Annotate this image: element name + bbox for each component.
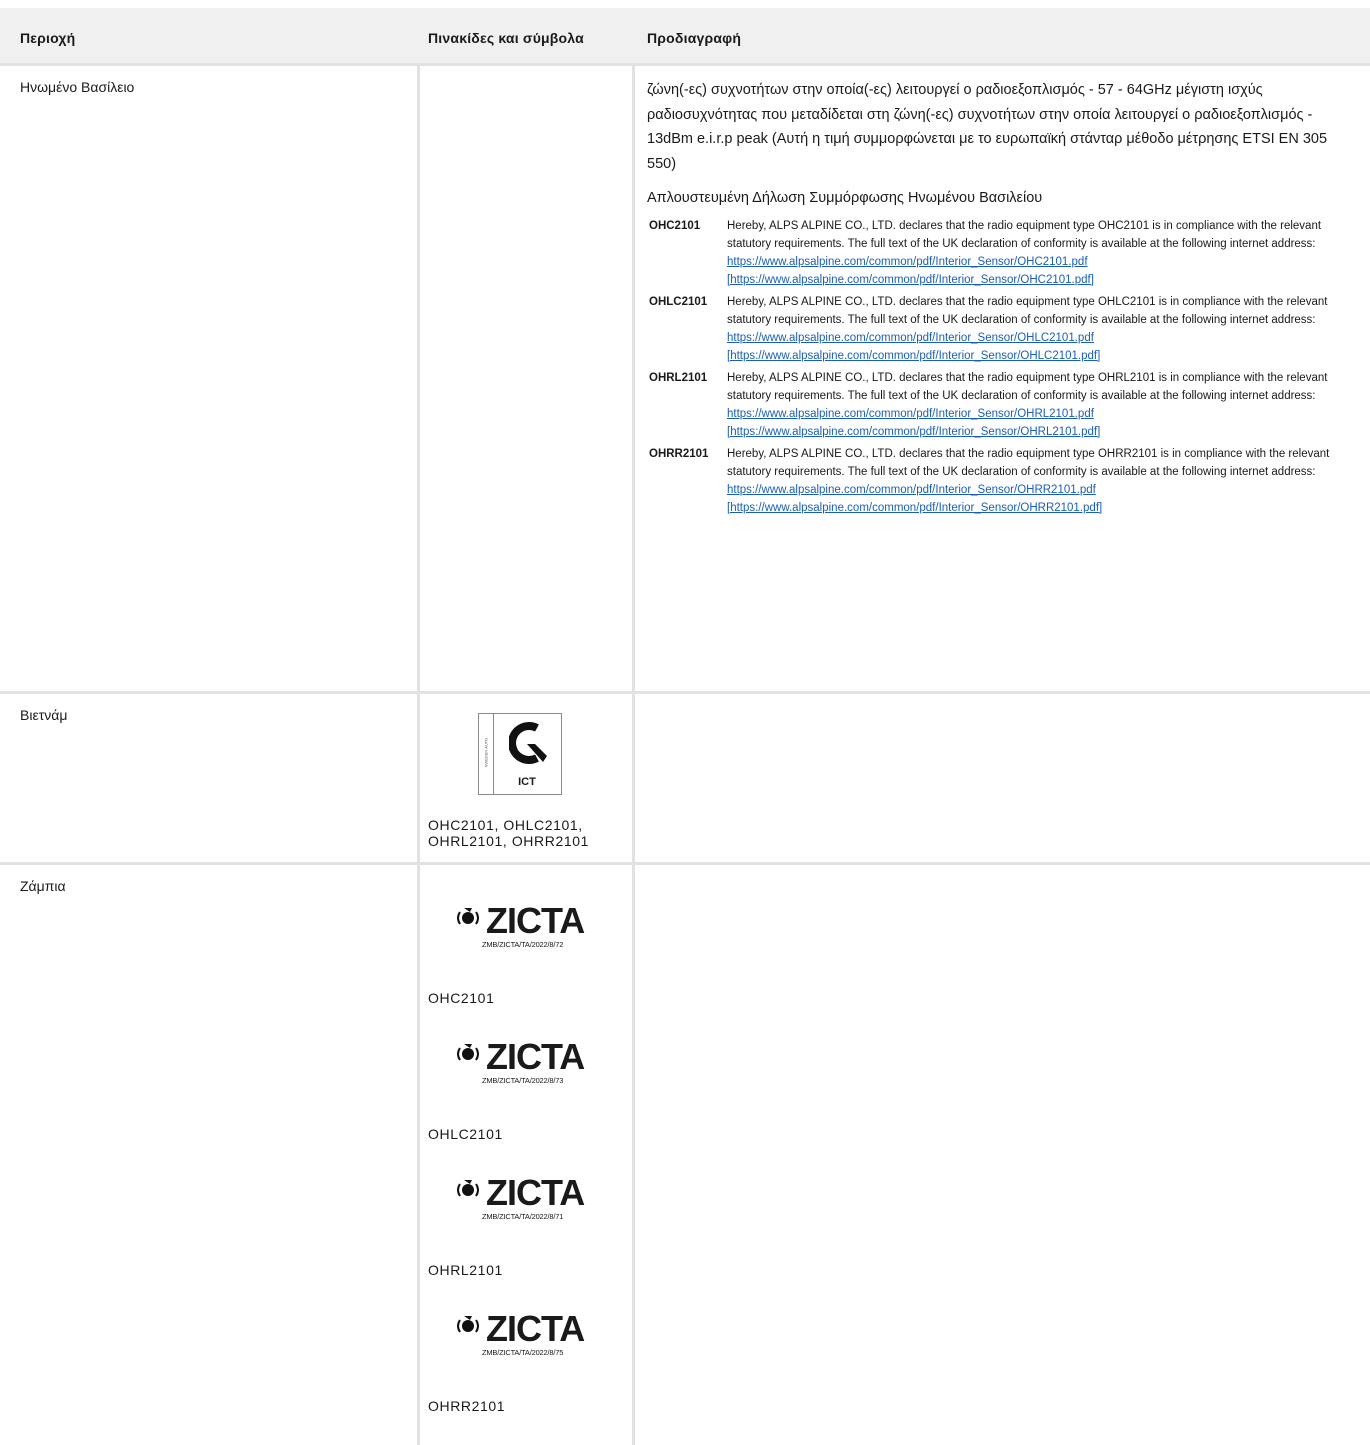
declaration-text: Hereby, ALPS ALPINE CO., LTD. declares t…: [727, 295, 1328, 326]
declaration-link[interactable]: https://www.alpsalpine.com/common/pdf/In…: [727, 484, 1102, 514]
spec-uk-frequency: ζώνη(-ες) συχνοτήτων στην οποία(-ες) λει…: [647, 82, 1328, 172]
region-zambia: Ζάμπια: [0, 865, 420, 1445]
region-uk: Ηνωμένο Βασίλειο: [0, 66, 420, 691]
declaration-link[interactable]: https://www.alpsalpine.com/common/pdf/In…: [727, 332, 1100, 362]
zicta-approval-number: ZMB/ZICTA/TA/2022/8/73: [482, 1076, 564, 1085]
zicta-emblem-icon: [457, 908, 479, 925]
regulatory-table: Περιοχή Πινακίδες και σύμβολα Προδιαγραφ…: [0, 8, 1370, 1445]
zicta-emblem-icon: [457, 1044, 479, 1061]
spec-vietnam: [635, 694, 1370, 862]
spec-uk-declaration-title: Απλουστευμένη Δήλωση Συμμόρφωσης Ηνωμένο…: [647, 190, 1043, 206]
table-row-vietnam: Βιετνάμ SWEDEN AUTO ICT OHC2101, OHLC210…: [0, 694, 1370, 865]
region-vietnam: Βιετνάμ: [0, 694, 420, 862]
declaration-model: OHRR2101: [649, 447, 709, 460]
declaration-text: Hereby, ALPS ALPINE CO., LTD. declares t…: [727, 371, 1328, 402]
zicta-approval-number: ZMB/ZICTA/TA/2022/8/71: [482, 1212, 564, 1221]
spec-uk: ζώνη(-ες) συχνοτήτων στην οποία(-ες) λει…: [635, 66, 1370, 691]
marks-uk: [420, 66, 635, 691]
zicta-logo: ZICTA ZMB/ZICTA/TA/2022/8/72: [456, 896, 624, 956]
declaration-ohrr2101: OHRR2101 Hereby, ALPS ALPINE CO., LTD. d…: [647, 445, 1360, 517]
ict-logo: SWEDEN AUTO ICT: [478, 713, 562, 795]
table-row-zambia: Ζάμπια ZICTA ZMB/ZICTA/TA/2022/8/72 OHC2…: [0, 865, 1370, 1445]
marks-vietnam: SWEDEN AUTO ICT OHC2101, OHLC2101, OHRL2…: [420, 694, 635, 862]
declaration-model: OHRL2101: [649, 371, 708, 384]
declaration-text: Hereby, ALPS ALPINE CO., LTD. declares t…: [727, 447, 1330, 478]
zambia-model: OHRR2101: [428, 1398, 506, 1414]
zicta-wordmark: ZICTA: [486, 1036, 585, 1077]
cr-mark-icon: [509, 722, 547, 764]
declaration-link[interactable]: https://www.alpsalpine.com/common/pdf/In…: [727, 408, 1100, 438]
header-region: Περιοχή: [20, 30, 76, 46]
zicta-approval-number: ZMB/ZICTA/TA/2022/8/72: [482, 940, 564, 949]
zicta-logo: ZICTA ZMB/ZICTA/TA/2022/8/71: [456, 1168, 624, 1228]
header-spec: Προδιαγραφή: [647, 30, 742, 46]
declaration-ohlc2101: OHLC2101 Hereby, ALPS ALPINE CO., LTD. d…: [647, 293, 1360, 365]
zicta-wordmark: ZICTA: [486, 900, 585, 941]
zicta-emblem-icon: [457, 1180, 479, 1197]
zambia-model: OHRL2101: [428, 1262, 503, 1278]
zambia-model: OHC2101: [428, 990, 495, 1006]
ict-logo-side-text: SWEDEN AUTO: [483, 737, 489, 768]
table-header-row: Περιοχή Πινακίδες και σύμβολα Προδιαγραφ…: [0, 8, 1370, 66]
declaration-text: Hereby, ALPS ALPINE CO., LTD. declares t…: [727, 219, 1322, 250]
spec-zambia: [635, 865, 1370, 1445]
zicta-wordmark: ZICTA: [486, 1172, 585, 1213]
declaration-model: OHLC2101: [649, 295, 708, 308]
vietnam-models: OHC2101, OHLC2101, OHRL2101, OHRR2101: [428, 817, 589, 849]
declaration-ohrl2101: OHRL2101 Hereby, ALPS ALPINE CO., LTD. d…: [647, 369, 1360, 441]
zicta-logo: ZICTA ZMB/ZICTA/TA/2022/8/73: [456, 1032, 624, 1092]
marks-zambia: ZICTA ZMB/ZICTA/TA/2022/8/72 OHC2101 ZIC…: [420, 865, 635, 1445]
table-row-uk: Ηνωμένο Βασίλειο ζώνη(-ες) συχνοτήτων στ…: [0, 66, 1370, 694]
declaration-ohc2101: OHC2101 Hereby, ALPS ALPINE CO., LTD. de…: [647, 217, 1360, 289]
zicta-logo: ZICTA ZMB/ZICTA/TA/2022/8/75: [456, 1304, 624, 1364]
zicta-emblem-icon: [457, 1316, 479, 1333]
zambia-model: OHLC2101: [428, 1126, 503, 1142]
zicta-wordmark: ZICTA: [486, 1308, 585, 1349]
declaration-link[interactable]: https://www.alpsalpine.com/common/pdf/In…: [727, 256, 1094, 286]
declaration-model: OHC2101: [649, 219, 701, 232]
header-marks: Πινακίδες και σύμβολα: [428, 30, 584, 46]
ict-logo-label: ICT: [518, 776, 536, 788]
zicta-approval-number: ZMB/ZICTA/TA/2022/8/75: [482, 1348, 564, 1357]
